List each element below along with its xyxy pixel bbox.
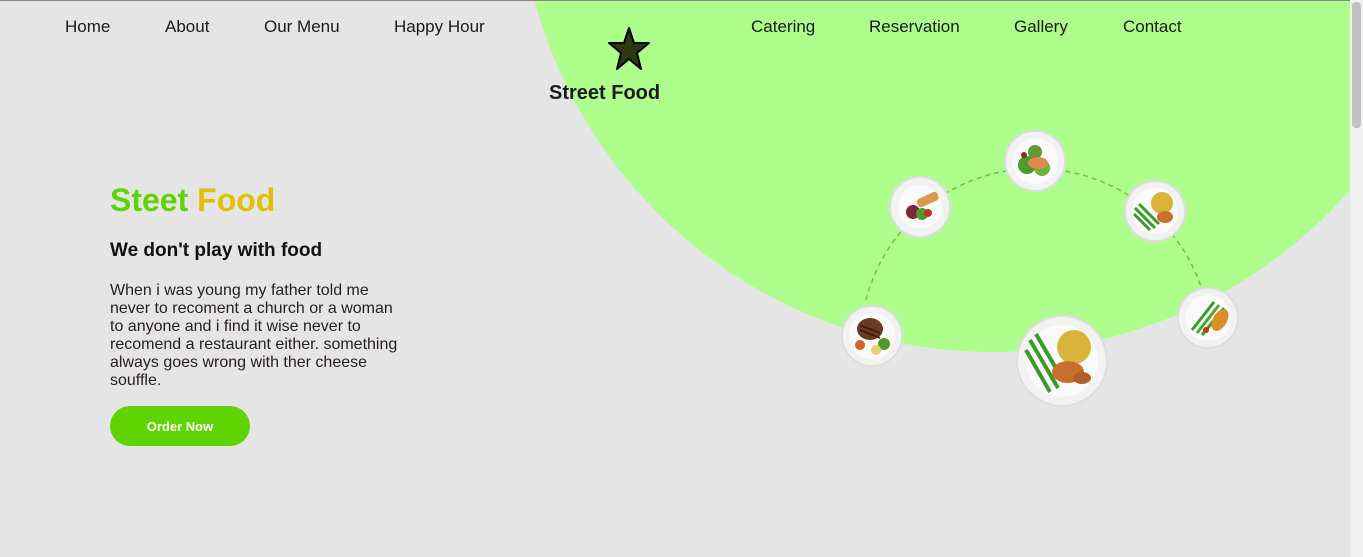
green-beans-rice-plate[interactable] <box>1124 180 1186 242</box>
scrollbar-thumb[interactable] <box>1352 2 1361 128</box>
featured-chicken-plate[interactable] <box>1016 315 1108 407</box>
asparagus-plate[interactable] <box>1177 287 1239 349</box>
steak-plate[interactable] <box>841 305 903 367</box>
plates-orbit <box>841 130 1239 407</box>
salad-plate[interactable] <box>889 176 951 238</box>
salmon-salad-plate[interactable] <box>1004 130 1066 192</box>
page: Home About Our Menu Happy Hour Catering … <box>0 0 1350 557</box>
